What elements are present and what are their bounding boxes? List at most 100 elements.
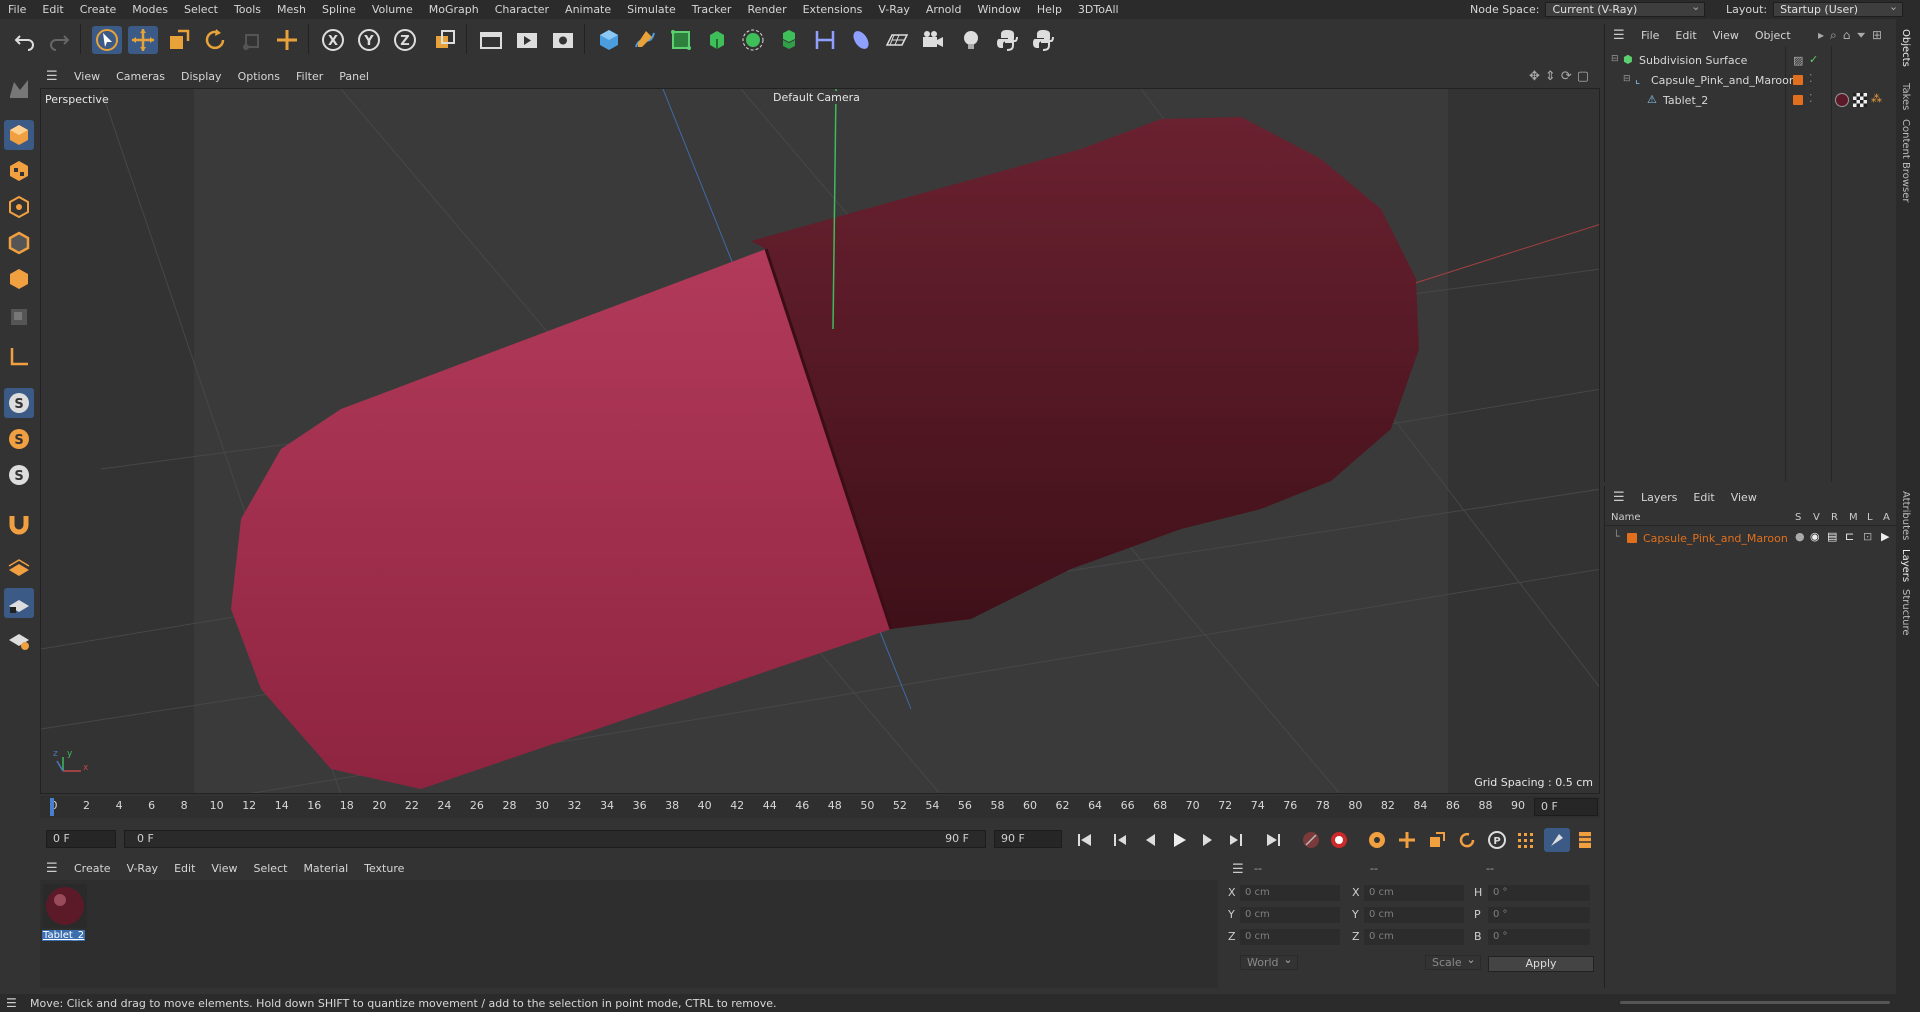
material-menu-select[interactable]: Select: [246, 862, 296, 875]
side-tab-content-browser[interactable]: Content Browser: [1900, 119, 1911, 202]
move-tool-icon[interactable]: [128, 26, 158, 54]
hamburger-icon[interactable]: ☰: [1613, 490, 1633, 505]
cube-primitive-icon[interactable]: [594, 26, 624, 54]
render-clapper-icon[interactable]: ▤: [1827, 530, 1837, 543]
material-menu-material[interactable]: Material: [295, 862, 356, 875]
layer-color-swatch[interactable]: [1793, 95, 1803, 105]
redo-icon[interactable]: [44, 26, 74, 54]
object-menu-view[interactable]: View: [1705, 29, 1747, 42]
coord-rot-p-field[interactable]: 0 °: [1488, 907, 1590, 923]
hamburger-icon[interactable]: ☰: [1613, 28, 1633, 43]
material-menu-texture[interactable]: Texture: [356, 862, 412, 875]
menu-window[interactable]: Window: [969, 3, 1028, 16]
coord-pos-z-field[interactable]: 0 cm: [1240, 929, 1340, 945]
axis-mode-icon[interactable]: [4, 342, 34, 372]
points-mode-icon[interactable]: [4, 192, 34, 222]
x-axis-lock-icon[interactable]: X: [318, 26, 348, 54]
current-frame-field[interactable]: 0 F: [1534, 798, 1598, 816]
visibility-dots-icon[interactable]: ⁚: [1809, 72, 1813, 85]
model-mode-icon[interactable]: [4, 120, 34, 150]
menu-help[interactable]: Help: [1029, 3, 1070, 16]
menu-arnold[interactable]: Arnold: [918, 3, 970, 16]
workplane-snap-icon[interactable]: S: [4, 460, 34, 490]
coord-pos-y-field[interactable]: 0 cm: [1240, 907, 1340, 923]
next-key-icon[interactable]: [1222, 828, 1248, 852]
polygons-mode-icon[interactable]: [4, 264, 34, 294]
autokey-record-icon[interactable]: [1326, 828, 1352, 852]
material-item[interactable]: Tablet_2: [42, 882, 88, 942]
uvw-tag-icon[interactable]: [1853, 93, 1867, 107]
key-scale-icon[interactable]: [1424, 828, 1450, 852]
menu-mesh[interactable]: Mesh: [269, 3, 314, 16]
node-space-dropdown[interactable]: Current (V-Ray): [1545, 0, 1706, 17]
side-tab-layers[interactable]: Layers: [1900, 549, 1911, 582]
menu-spline[interactable]: Spline: [314, 3, 364, 16]
collapse-icon[interactable]: ⊟: [1623, 74, 1631, 84]
coord-mode-dropdown[interactable]: Scale: [1425, 955, 1481, 970]
material-menu-vray[interactable]: V-Ray: [119, 862, 167, 875]
menu-extensions[interactable]: Extensions: [795, 3, 871, 16]
workplane-icon[interactable]: [4, 552, 34, 582]
enabled-check-icon[interactable]: ✓: [1809, 53, 1818, 66]
subdivision-surface-icon[interactable]: [666, 26, 696, 54]
viewport-menu-display[interactable]: Display: [173, 70, 230, 83]
pen-spline-icon[interactable]: [630, 26, 660, 54]
magnet-tool-icon[interactable]: [4, 508, 34, 538]
cloner-grid-icon[interactable]: [774, 26, 804, 54]
layer-menu-edit[interactable]: Edit: [1685, 491, 1722, 504]
object-menu-file[interactable]: File: [1633, 29, 1667, 42]
object-row[interactable]: ⊟ ⌞ Capsule_Pink_and_Maroon ⁚: [1605, 72, 1897, 88]
coord-pos-x-field[interactable]: 0 cm: [1240, 885, 1340, 901]
render-settings-icon[interactable]: [548, 26, 578, 54]
lock-icon[interactable]: ⊡: [1863, 530, 1872, 543]
layer-menu-view[interactable]: View: [1723, 491, 1765, 504]
deformer-icon[interactable]: [810, 26, 840, 54]
animation-play-icon[interactable]: ▶: [1881, 530, 1889, 543]
manager-icon[interactable]: ⊏: [1845, 530, 1854, 543]
layer-color-swatch[interactable]: [1627, 533, 1637, 543]
field-icon[interactable]: [846, 26, 876, 54]
menu-render[interactable]: Render: [739, 3, 794, 16]
timeline-layout-icon[interactable]: [1572, 828, 1598, 852]
viewport-menu-cameras[interactable]: Cameras: [108, 70, 173, 83]
next-frame-icon[interactable]: [1194, 828, 1220, 852]
menu-create[interactable]: Create: [72, 3, 125, 16]
object-row[interactable]: ⚠ Tablet_2 ⁚ ⁂: [1605, 92, 1897, 108]
menu-modes[interactable]: Modes: [124, 3, 176, 16]
object-menu-edit[interactable]: Edit: [1667, 29, 1704, 42]
make-editable-icon[interactable]: [4, 74, 34, 104]
3d-viewport[interactable]: Perspective Default Camera Grid Spacing …: [40, 88, 1600, 794]
menu-animate[interactable]: Animate: [557, 3, 619, 16]
coord-size-x-field[interactable]: 0 cm: [1364, 885, 1464, 901]
menu-mograph[interactable]: MoGraph: [421, 3, 487, 16]
end-frame-field[interactable]: 90 F: [994, 830, 1062, 848]
render-region-icon[interactable]: [476, 26, 506, 54]
record-disabled-icon[interactable]: [1298, 828, 1324, 852]
uv-mode-icon[interactable]: [4, 302, 34, 332]
coord-size-y-field[interactable]: 0 cm: [1364, 907, 1464, 923]
coord-space-dropdown[interactable]: World: [1240, 955, 1298, 970]
edit-toggle-icon[interactable]: ▨: [1793, 54, 1803, 67]
key-position-icon[interactable]: [1394, 828, 1420, 852]
timeline-ruler[interactable]: 0 2 4 6 8 10 12 14 16 18 20 22 24 26 28 30 32 34 36 38 40 42 4…: [40, 796, 1600, 818]
start-frame-field[interactable]: 0 F: [46, 830, 116, 848]
snap-icon[interactable]: S: [4, 388, 34, 418]
layer-row[interactable]: └ Capsule_Pink_and_Maroon ● ◉ ▤ ⊏ ⊡ ▶: [1605, 530, 1897, 546]
status-scrollbar[interactable]: [1620, 1001, 1890, 1004]
collapse-icon[interactable]: ⊟: [1611, 54, 1619, 64]
go-to-end-icon[interactable]: [1260, 828, 1286, 852]
recent-tool-icon[interactable]: [236, 26, 266, 54]
prev-frame-icon[interactable]: [1138, 828, 1164, 852]
key-pla-icon[interactable]: [1512, 828, 1538, 852]
light-icon[interactable]: [956, 26, 986, 54]
hamburger-icon[interactable]: ☰: [6, 996, 30, 1010]
mograph-cloner-icon[interactable]: [738, 26, 768, 54]
menu-character[interactable]: Character: [487, 3, 557, 16]
snap-settings-icon[interactable]: S: [4, 424, 34, 454]
visible-eye-icon[interactable]: ◉: [1810, 530, 1820, 543]
rotate-tool-icon[interactable]: [200, 26, 230, 54]
menu-select[interactable]: Select: [176, 3, 226, 16]
camera-icon[interactable]: [918, 26, 948, 54]
menu-file[interactable]: File: [0, 3, 34, 16]
extrude-generator-icon[interactable]: [702, 26, 732, 54]
